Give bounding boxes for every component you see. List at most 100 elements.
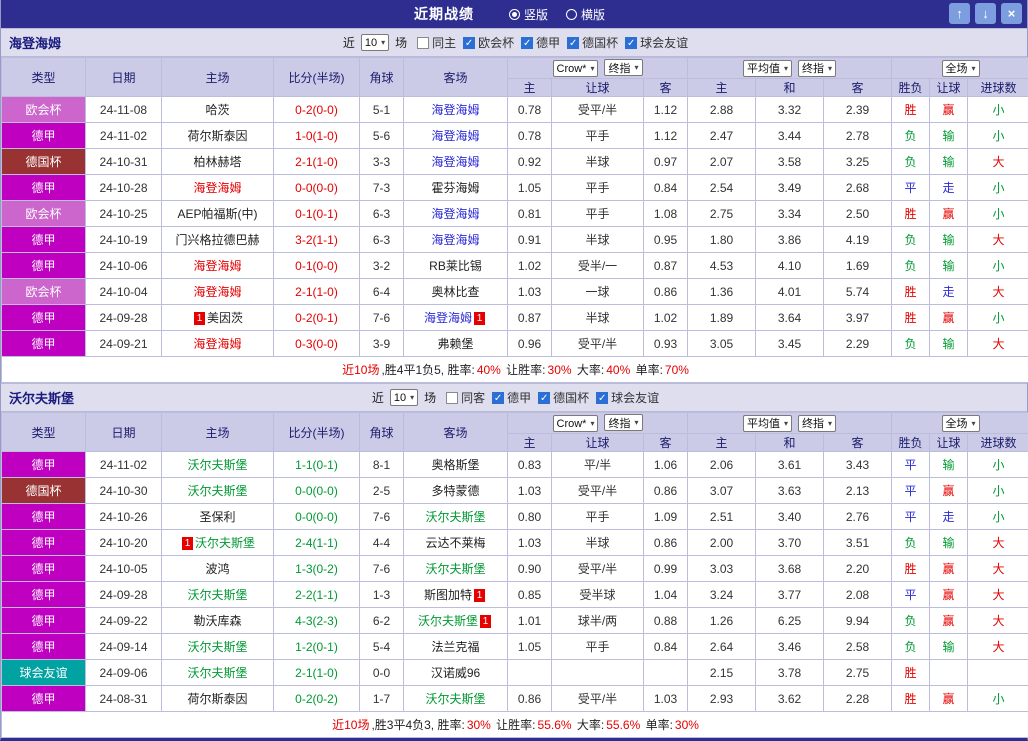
filter-bar: 近 10▾ 场同客 ✓德甲 ✓德国杯 ✓球会友谊 xyxy=(369,389,659,406)
match-row: 德甲24-08-31荷尔斯泰因0-2(0-2)1-7沃尔夫斯堡0.86受平/半1… xyxy=(2,686,1028,712)
team-name: 海登海姆 xyxy=(193,337,241,351)
column-header: 胜负 xyxy=(892,434,930,452)
filter-checkbox[interactable]: ✓德甲 xyxy=(492,389,531,406)
odds-value: 受平/半 xyxy=(552,556,644,582)
match-row: 德甲24-10-05波鸿1-3(0-2)7-6沃尔夫斯堡0.90受平/半0.99… xyxy=(2,556,1028,582)
result-value: 走 xyxy=(930,175,968,201)
corners-cell: 6-3 xyxy=(360,227,404,253)
filter-checkbox[interactable]: ✓德国杯 xyxy=(538,389,589,406)
odds-value: 3.49 xyxy=(756,175,824,201)
bookmaker-select-value: Crow* xyxy=(557,418,587,430)
score-cell: 3-2(1-1) xyxy=(274,227,360,253)
bookmaker-select[interactable]: Crow*▾ xyxy=(553,60,599,77)
average-select-value: 平均值 xyxy=(747,60,780,76)
final-index-select[interactable]: 终指▾ xyxy=(798,60,836,77)
team-name: 弗赖堡 xyxy=(437,337,473,351)
score-cell: 1-1(0-1) xyxy=(274,452,360,478)
average-select[interactable]: 平均值▾ xyxy=(743,415,792,432)
team-name: 沃尔夫斯堡 xyxy=(187,484,247,498)
team-name: 海登海姆 xyxy=(431,207,479,221)
home-team-cell: 勒沃库森 xyxy=(162,608,274,634)
filter-checkbox[interactable]: 同客 xyxy=(446,389,485,406)
final-index-select[interactable]: 终指▾ xyxy=(604,59,642,76)
match-date: 24-10-19 xyxy=(86,227,162,253)
team-name: 沃尔夫斯堡 xyxy=(187,640,247,654)
result-value: 赢 xyxy=(930,305,968,331)
match-count-select[interactable]: 10▾ xyxy=(390,389,418,406)
home-team-cell: 沃尔夫斯堡 xyxy=(162,478,274,504)
odds-value: 4.10 xyxy=(756,253,824,279)
odds-value: 0.85 xyxy=(508,582,552,608)
league-badge: 德甲 xyxy=(2,608,86,634)
match-count-select-value: 10 xyxy=(394,392,406,404)
layout-radio-horizontal[interactable]: 横版 xyxy=(566,6,605,23)
corners-cell: 5-6 xyxy=(360,123,404,149)
header-select-group: 全场▾ xyxy=(892,58,1028,79)
match-row: 德甲24-09-21海登海姆0-3(0-0)3-9弗赖堡0.96受平/半0.93… xyxy=(2,331,1028,357)
odds-value: 1.03 xyxy=(644,686,688,712)
odds-value: 0.84 xyxy=(644,634,688,660)
odds-value: 平手 xyxy=(552,175,644,201)
column-header: 客 xyxy=(644,79,688,97)
fulltime-select[interactable]: 全场▾ xyxy=(942,60,980,77)
team-name: 柏林赫塔 xyxy=(193,155,241,169)
team-name: 海登海姆 xyxy=(431,103,479,117)
near-label: 近 xyxy=(372,389,384,406)
result-value: 负 xyxy=(892,634,930,660)
result-value: 大 xyxy=(968,608,1028,634)
score-cell: 0-2(0-1) xyxy=(274,305,360,331)
bookmaker-select[interactable]: Crow*▾ xyxy=(553,415,599,432)
match-count-select[interactable]: 10▾ xyxy=(361,34,389,51)
checkbox-label: 德国杯 xyxy=(582,34,618,51)
header-select-group: Crow*▾ 终指▾ xyxy=(508,58,688,79)
result-value: 输 xyxy=(930,530,968,556)
filter-checkbox[interactable]: 同主 xyxy=(417,34,456,51)
away-team-cell: 奥林比查 xyxy=(404,279,508,305)
result-value: 赢 xyxy=(930,201,968,227)
checked-checkbox-icon: ✓ xyxy=(567,37,579,49)
match-row: 德国杯24-10-30沃尔夫斯堡0-0(0-0)2-5多特蒙德1.03受平/半0… xyxy=(2,478,1028,504)
move-up-button[interactable]: ↑ xyxy=(949,3,970,24)
away-team-cell: 汉诺威96 xyxy=(404,660,508,686)
filter-checkbox[interactable]: ✓德甲 xyxy=(521,34,560,51)
column-header: 让球 xyxy=(552,79,644,97)
summary-text: 30% xyxy=(467,718,491,732)
result-value: 大 xyxy=(968,582,1028,608)
odds-value: 2.39 xyxy=(824,97,892,123)
result-value: 赢 xyxy=(930,608,968,634)
home-team-cell: 沃尔夫斯堡 xyxy=(162,452,274,478)
average-select[interactable]: 平均值▾ xyxy=(743,60,792,77)
fulltime-select[interactable]: 全场▾ xyxy=(942,415,980,432)
odds-value: 3.77 xyxy=(756,582,824,608)
odds-value: 3.03 xyxy=(688,556,756,582)
filter-checkbox[interactable]: ✓球会友谊 xyxy=(596,389,659,406)
filter-checkbox[interactable]: ✓欧会杯 xyxy=(463,34,514,51)
red-card-badge: 1 xyxy=(182,537,193,550)
result-value: 小 xyxy=(968,504,1028,530)
score-cell: 1-0(1-0) xyxy=(274,123,360,149)
move-down-button[interactable]: ↓ xyxy=(975,3,996,24)
match-date: 24-10-06 xyxy=(86,253,162,279)
score-cell: 0-0(0-0) xyxy=(274,504,360,530)
final-index-select[interactable]: 终指▾ xyxy=(604,414,642,431)
column-header: 客 xyxy=(644,434,688,452)
column-header: 类型 xyxy=(2,413,86,452)
corners-cell: 7-6 xyxy=(360,556,404,582)
filter-checkbox[interactable]: ✓球会友谊 xyxy=(625,34,688,51)
filter-checkbox[interactable]: ✓德国杯 xyxy=(567,34,618,51)
league-badge: 欧会杯 xyxy=(2,97,86,123)
odds-value: 3.62 xyxy=(756,686,824,712)
odds-value: 1.08 xyxy=(644,201,688,227)
result-value: 输 xyxy=(930,634,968,660)
down-arrow-icon: ↓ xyxy=(982,6,989,21)
chevron-down-icon: ▾ xyxy=(828,64,832,73)
result-value: 小 xyxy=(968,478,1028,504)
checkbox-label: 同主 xyxy=(432,34,456,51)
chevron-down-icon: ▾ xyxy=(972,64,976,73)
close-button[interactable]: × xyxy=(1001,3,1022,24)
league-badge: 德甲 xyxy=(2,123,86,149)
layout-radio-vertical[interactable]: 竖版 xyxy=(509,6,548,23)
games-label: 场 xyxy=(424,389,436,406)
final-index-select[interactable]: 终指▾ xyxy=(798,415,836,432)
team-name: 勒沃库森 xyxy=(193,614,241,628)
